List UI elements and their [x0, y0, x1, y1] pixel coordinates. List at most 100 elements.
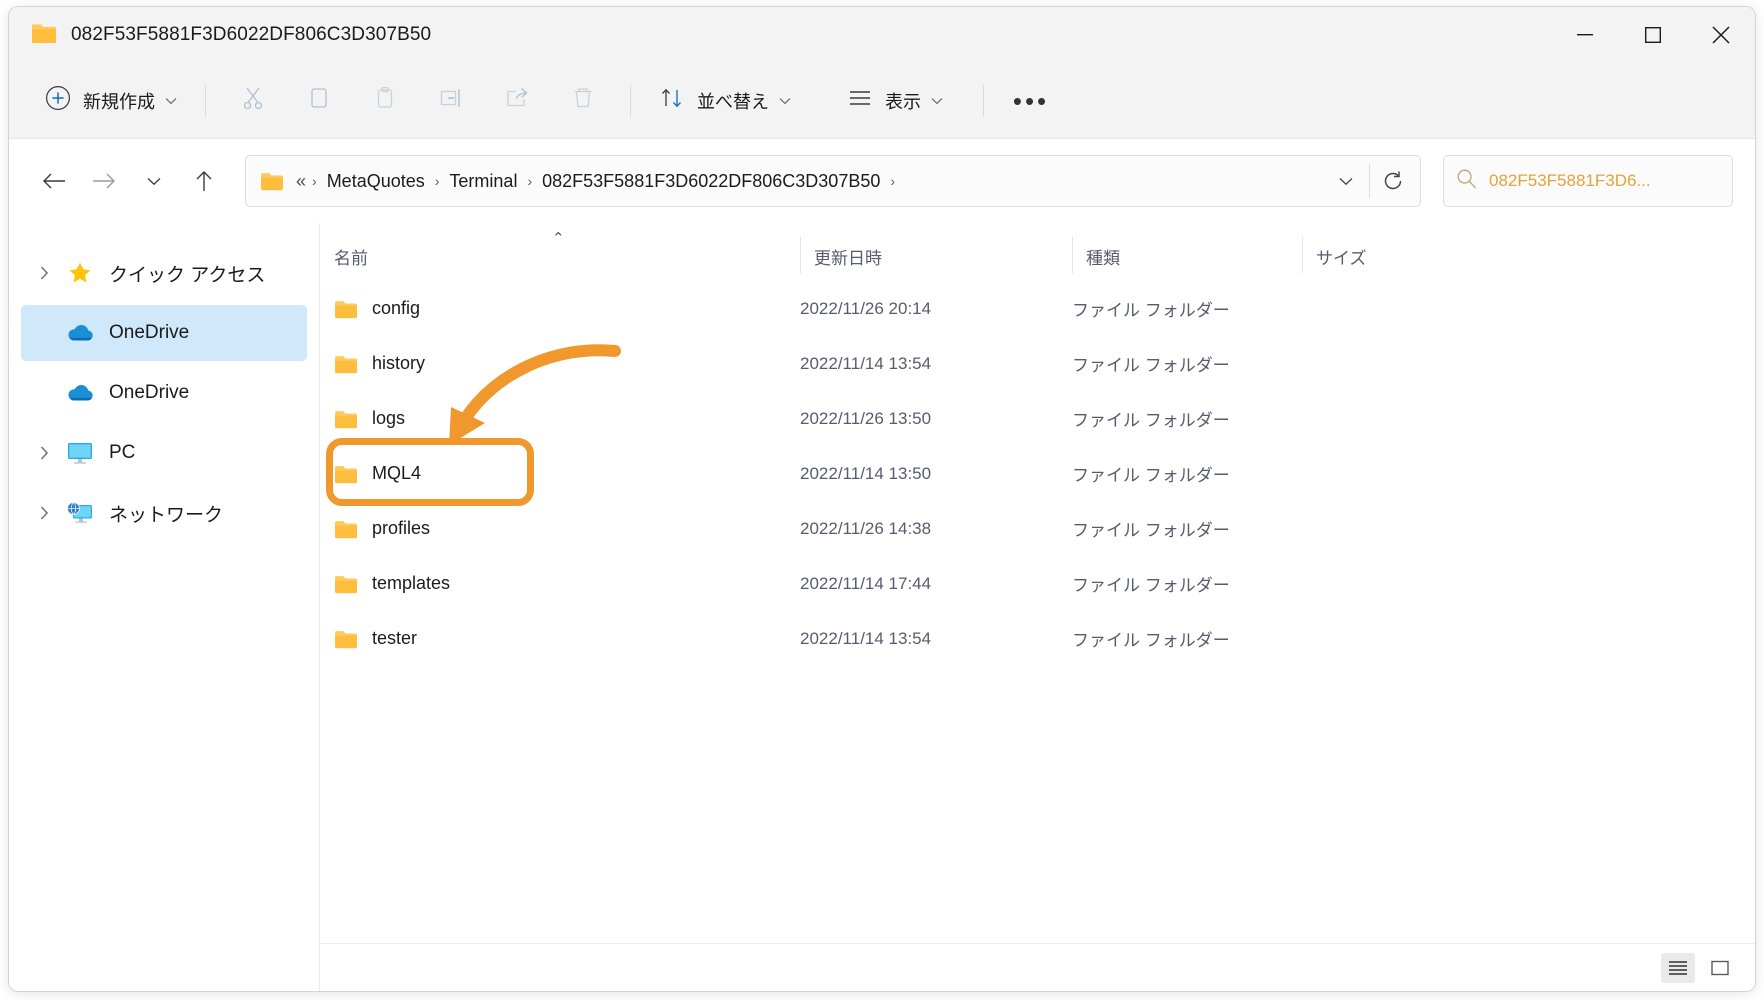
file-name-cell[interactable]: MQL4 [320, 463, 800, 484]
search-icon [1456, 168, 1477, 194]
file-name-label: MQL4 [372, 463, 422, 483]
file-name-label: history [372, 353, 426, 373]
chevron-right-icon[interactable] [27, 496, 61, 530]
close-button[interactable] [1687, 7, 1755, 63]
address-history-dropdown-button[interactable] [1325, 159, 1367, 203]
file-name-cell[interactable]: logs [320, 408, 800, 429]
breadcrumb-item-current[interactable]: 082F53F5881F3D6022DF806C3D307B50 [534, 167, 888, 196]
sidebar-item-onedrive-personal[interactable]: OneDrive [21, 305, 307, 361]
chevron-right-icon[interactable] [27, 256, 61, 290]
view-button[interactable]: 表示 [833, 77, 957, 125]
table-row[interactable]: history 2022/11/14 13:54 ファイル フォルダー [320, 336, 1755, 391]
folder-icon [334, 409, 358, 429]
file-type-cell: ファイル フォルダー [1072, 356, 1230, 375]
copy-icon [306, 85, 332, 116]
file-type-cell: ファイル フォルダー [1072, 521, 1230, 540]
file-name-label: config [372, 298, 421, 318]
sidebar-item-label: クイック アクセス [109, 264, 266, 286]
toolbar-divider-3 [983, 84, 984, 117]
folder-icon [334, 629, 358, 649]
large-icons-view-toggle[interactable] [1703, 953, 1737, 983]
address-divider [1369, 164, 1370, 198]
breadcrumb-item-metaquotes[interactable]: MetaQuotes [319, 167, 433, 196]
forward-button[interactable] [81, 158, 127, 204]
network-icon [61, 496, 99, 530]
sort-button[interactable]: 並べ替え [645, 77, 805, 125]
recent-locations-button[interactable] [131, 158, 177, 204]
breadcrumb-separator: › [890, 173, 896, 189]
list-lines-icon [847, 88, 873, 113]
search-box[interactable]: 082F53F5881F3D6... [1443, 155, 1733, 207]
refresh-button[interactable] [1372, 159, 1414, 203]
file-name-label: tester [372, 628, 418, 648]
file-name-cell[interactable]: tester [320, 628, 800, 649]
file-date-cell: 2022/11/14 13:50 [800, 463, 932, 483]
more-options-button[interactable]: ••• [1004, 77, 1058, 125]
sidebar-item-label: ネットワーク [109, 504, 224, 526]
cloud-icon [61, 316, 99, 350]
chevron-right-icon[interactable] [27, 436, 61, 470]
content-pane: 名前 ⌃ 更新日時 種類 サイズ config 2022/11/26 20:14 フ… [319, 223, 1755, 991]
new-button[interactable]: 新規作成 [31, 77, 191, 125]
table-row[interactable]: MQL4 2022/11/14 13:50 ファイル フォルダー [320, 446, 1755, 501]
delete-button[interactable] [556, 77, 610, 125]
file-date-cell: 2022/11/26 14:38 [800, 518, 932, 538]
folder-icon [334, 354, 358, 374]
paste-button[interactable] [358, 77, 412, 125]
sidebar-item-quick-access[interactable]: クイック アクセス [21, 245, 307, 301]
window-body: クイック アクセス OneDrive OneDrive PC ネットワーク 名前… [9, 223, 1755, 991]
up-button[interactable] [181, 158, 227, 204]
command-bar: 新規作成 並べ替え 表示 ••• [9, 63, 1755, 139]
table-row[interactable]: logs 2022/11/26 13:50 ファイル フォルダー [320, 391, 1755, 446]
sidebar-item-label: PC [109, 442, 136, 463]
cloud-icon [61, 376, 99, 410]
details-view-toggle[interactable] [1661, 952, 1695, 983]
file-type-cell: ファイル フォルダー [1072, 301, 1230, 320]
column-header-type[interactable]: 種類 [1072, 223, 1302, 281]
breadcrumb-overflow[interactable]: « [292, 167, 310, 196]
column-header-size[interactable]: サイズ [1302, 223, 1462, 281]
scissors-icon [240, 85, 266, 116]
minimize-button[interactable] [1551, 7, 1619, 63]
file-name-label: profiles [372, 518, 431, 538]
table-row[interactable]: templates 2022/11/14 17:44 ファイル フォルダー [320, 556, 1755, 611]
folder-icon [334, 574, 358, 594]
new-button-label: 新規作成 [83, 91, 155, 112]
column-header-name[interactable]: 名前 ⌃ [320, 223, 800, 281]
window-controls [1551, 7, 1755, 63]
file-date-cell: 2022/11/14 17:44 [800, 573, 932, 593]
table-row[interactable]: profiles 2022/11/26 14:38 ファイル フォルダー [320, 501, 1755, 556]
file-name-cell[interactable]: profiles [320, 518, 800, 539]
address-bar-row: « › MetaQuotes › Terminal › 082F53F5881F… [9, 139, 1755, 223]
maximize-button[interactable] [1619, 7, 1687, 63]
folder-icon [334, 464, 358, 484]
breadcrumb-item-terminal[interactable]: Terminal [441, 167, 525, 196]
trash-icon [570, 85, 596, 116]
file-date-cell: 2022/11/14 13:54 [800, 353, 932, 373]
sidebar-item-label: OneDrive [109, 322, 190, 343]
folder-icon [334, 299, 358, 319]
file-name-cell[interactable]: config [320, 298, 800, 319]
copy-button[interactable] [292, 77, 346, 125]
table-row[interactable]: config 2022/11/26 20:14 ファイル フォルダー [320, 281, 1755, 336]
sort-button-label: 並べ替え [697, 91, 769, 112]
file-name-cell[interactable]: history [320, 353, 800, 374]
column-header-date[interactable]: 更新日時 [800, 223, 1072, 281]
rename-button[interactable] [424, 77, 478, 125]
sidebar-item-network[interactable]: ネットワーク [21, 485, 307, 541]
back-button[interactable] [31, 158, 77, 204]
sidebar-item-onedrive-business[interactable]: OneDrive [21, 365, 307, 421]
file-date-cell: 2022/11/26 20:14 [800, 298, 932, 318]
table-row[interactable]: tester 2022/11/14 13:54 ファイル フォルダー [320, 611, 1755, 666]
search-input[interactable]: 082F53F5881F3D6... [1489, 171, 1651, 191]
sidebar-item-pc[interactable]: PC [21, 425, 307, 481]
column-header-date-label: 更新日時 [814, 249, 882, 268]
share-button[interactable] [490, 77, 544, 125]
toolbar-divider [205, 84, 206, 117]
file-name-cell[interactable]: templates [320, 573, 800, 594]
cut-button[interactable] [226, 77, 280, 125]
title-bar-left: 082F53F5881F3D6022DF806C3D307B50 [9, 22, 431, 49]
address-bar[interactable]: « › MetaQuotes › Terminal › 082F53F5881F… [245, 155, 1421, 207]
file-list[interactable]: config 2022/11/26 20:14 ファイル フォルダー history 2… [320, 281, 1755, 943]
column-header-size-label: サイズ [1316, 249, 1367, 268]
